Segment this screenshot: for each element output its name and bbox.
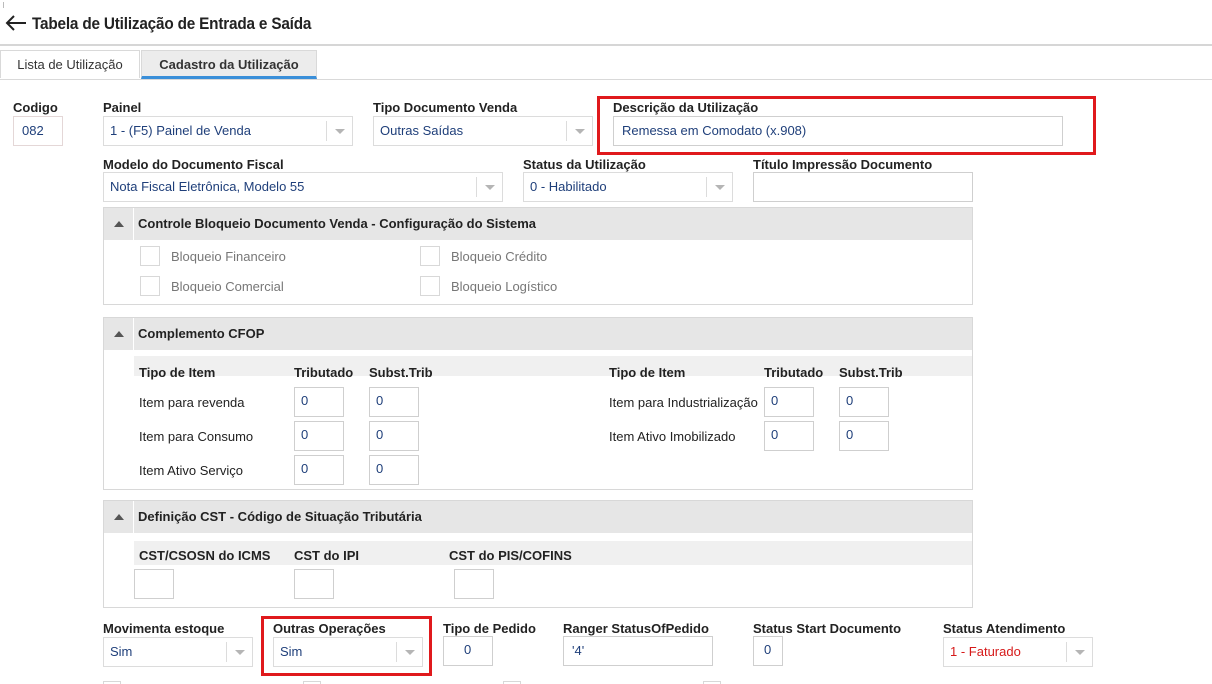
chevron-down-icon[interactable]: [476, 177, 502, 197]
item-revenda-label: Item para revenda: [139, 395, 245, 410]
subst-header-left: Subst.Trib: [369, 365, 433, 380]
descricao-field[interactable]: Remessa em Comodato (x.908): [613, 116, 1063, 146]
controle-bloqueio-header: Controle Bloqueio Documento Venda - Conf…: [104, 208, 972, 240]
bloqueio-logistico-checkbox[interactable]: [420, 276, 440, 296]
painel-select[interactable]: 1 - (F5) Painel de Venda: [103, 116, 353, 146]
controle-bloqueio-title: Controle Bloqueio Documento Venda - Conf…: [138, 216, 536, 231]
item-industrializacao-subst-field[interactable]: 0: [839, 387, 889, 417]
item-consumo-subst-field[interactable]: 0: [369, 421, 419, 451]
codigo-field[interactable]: 082: [13, 116, 63, 146]
tab-lista-utilizacao[interactable]: Lista de Utilização: [0, 50, 140, 78]
controle-bloqueio-panel: Controle Bloqueio Documento Venda - Conf…: [103, 207, 973, 305]
modelo-documento-value: Nota Fiscal Eletrônica, Modelo 55: [110, 179, 305, 194]
bloqueio-comercial-checkbox[interactable]: [140, 276, 160, 296]
painel-value: 1 - (F5) Painel de Venda: [110, 123, 251, 138]
definicao-cst-header: Definição CST - Código de Situação Tribu…: [104, 501, 972, 533]
definicao-cst-panel: Definição CST - Código de Situação Tribu…: [103, 500, 973, 608]
tipo-documento-venda-select[interactable]: Outras Saídas: [373, 116, 593, 146]
titulo-impressao-field[interactable]: [753, 172, 973, 202]
page-title: Tabela de Utilização de Entrada e Saída: [32, 14, 312, 33]
collapse-icon[interactable]: [104, 318, 134, 350]
status-atendimento-label: Status Atendimento: [943, 621, 1066, 636]
movimenta-estoque-value: Sim: [110, 644, 133, 659]
tipo-pedido-field[interactable]: 0: [443, 636, 493, 666]
modelo-documento-select[interactable]: Nota Fiscal Eletrônica, Modelo 55: [103, 172, 503, 202]
outras-operacoes-select[interactable]: Sim: [273, 637, 423, 667]
cst-icms-field[interactable]: [134, 569, 174, 599]
arrow-left-icon[interactable]: [4, 12, 28, 34]
bloqueio-comercial-label: Bloqueio Comercial: [171, 279, 284, 294]
complemento-cfop-panel: Complemento CFOP Tipo de Item Tributado …: [103, 317, 973, 490]
item-ativo-servico-tributado-field[interactable]: 0: [294, 455, 344, 485]
bloqueio-credito-checkbox[interactable]: [420, 246, 440, 266]
complemento-cfop-header: Complemento CFOP: [104, 318, 972, 350]
chevron-down-icon[interactable]: [566, 121, 592, 141]
cst-icms-label: CST/CSOSN do ICMS: [139, 548, 271, 563]
chevron-down-icon[interactable]: [396, 642, 422, 662]
tipo-documento-venda-label: Tipo Documento Venda: [373, 100, 518, 115]
status-utilizacao-label: Status da Utilização: [523, 157, 646, 172]
movimenta-estoque-label: Movimenta estoque: [103, 621, 225, 636]
status-start-field[interactable]: 0: [753, 636, 783, 666]
item-ativo-imobilizado-subst-field[interactable]: 0: [839, 421, 889, 451]
bloqueio-credito-label: Bloqueio Crédito: [451, 249, 548, 264]
item-ativo-imobilizado-tributado-field[interactable]: 0: [764, 421, 814, 451]
status-utilizacao-select[interactable]: 0 - Habilitado: [523, 172, 733, 202]
complemento-cfop-title: Complemento CFOP: [138, 326, 265, 341]
painel-label: Painel: [103, 100, 142, 115]
cst-ipi-label: CST do IPI: [294, 548, 359, 563]
descricao-label: Descrição da Utilização: [613, 100, 759, 115]
movimenta-estoque-select[interactable]: Sim: [103, 637, 253, 667]
bloqueio-financeiro-label: Bloqueio Financeiro: [171, 249, 286, 264]
status-utilizacao-value: 0 - Habilitado: [530, 179, 607, 194]
modelo-documento-label: Modelo do Documento Fiscal: [103, 157, 284, 172]
cst-pis-cofins-field[interactable]: [454, 569, 494, 599]
codigo-label: Codigo: [13, 100, 58, 115]
item-revenda-tributado-field[interactable]: 0: [294, 387, 344, 417]
tributado-header-left: Tributado: [294, 365, 354, 380]
chevron-down-icon[interactable]: [326, 121, 352, 141]
tab-bar: Lista de Utilização Cadastro da Utilizaç…: [0, 50, 1212, 80]
ranger-status-label: Ranger StatusOfPedido: [563, 621, 709, 636]
bloqueio-logistico-label: Bloqueio Logístico: [451, 279, 558, 294]
cst-pis-cofins-label: CST do PIS/COFINS: [449, 548, 572, 563]
item-industrializacao-label: Item para Industrialização: [609, 395, 758, 410]
tipo-item-header-left: Tipo de Item: [139, 365, 216, 380]
subst-header-right: Subst.Trib: [839, 365, 903, 380]
item-ativo-imobilizado-label: Item Ativo Imobilizado: [609, 429, 736, 444]
item-revenda-subst-field[interactable]: 0: [369, 387, 419, 417]
bloqueio-financeiro-checkbox[interactable]: [140, 246, 160, 266]
item-ativo-servico-subst-field[interactable]: 0: [369, 455, 419, 485]
outras-operacoes-label: Outras Operações: [273, 621, 386, 636]
item-consumo-label: Item para Consumo: [139, 429, 254, 444]
status-atendimento-value: 1 - Faturado: [950, 644, 1021, 659]
status-start-label: Status Start Documento: [753, 621, 902, 636]
outras-operacoes-value: Sim: [280, 644, 303, 659]
tab-cadastro-utilizacao[interactable]: Cadastro da Utilização: [141, 50, 317, 79]
titulo-impressao-label: Título Impressão Documento: [753, 157, 933, 172]
chevron-down-icon[interactable]: [1066, 642, 1092, 662]
tributado-header-right: Tributado: [764, 365, 824, 380]
ranger-status-field[interactable]: '4': [563, 636, 713, 666]
cst-ipi-field[interactable]: [294, 569, 334, 599]
definicao-cst-title: Definição CST - Código de Situação Tribu…: [138, 509, 422, 524]
chevron-down-icon[interactable]: [226, 642, 252, 662]
tipo-documento-venda-value: Outras Saídas: [380, 123, 464, 138]
status-atendimento-select[interactable]: 1 - Faturado: [943, 637, 1093, 667]
item-consumo-tributado-field[interactable]: 0: [294, 421, 344, 451]
item-ativo-servico-label: Item Ativo Serviço: [139, 463, 244, 478]
collapse-icon[interactable]: [104, 501, 134, 533]
item-industrializacao-tributado-field[interactable]: 0: [764, 387, 814, 417]
tipo-pedido-label: Tipo de Pedido: [443, 621, 536, 636]
chevron-down-icon[interactable]: [706, 177, 732, 197]
collapse-icon[interactable]: [104, 208, 134, 240]
scroll-marker: [3, 2, 9, 8]
tipo-item-header-right: Tipo de Item: [609, 365, 686, 380]
